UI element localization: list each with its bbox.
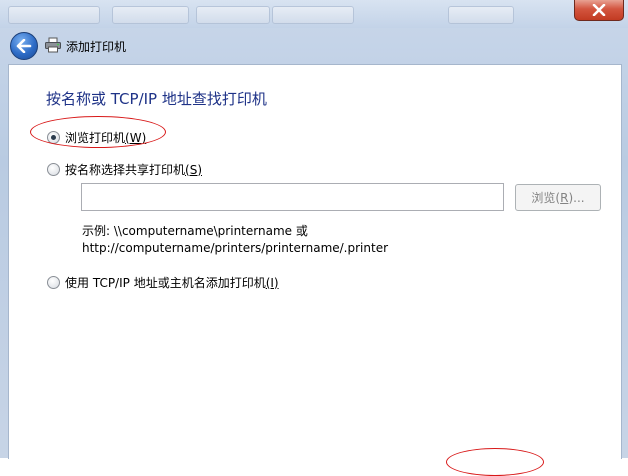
close-icon: [592, 4, 606, 16]
browse-button-prefix: 浏览(: [531, 191, 561, 205]
back-button[interactable]: [10, 32, 38, 60]
browse-button-suffix: )...: [568, 190, 585, 205]
radio-browse[interactable]: [47, 131, 60, 144]
background-tab: [272, 6, 354, 24]
background-tab: [196, 6, 270, 24]
option-browse-key: (W): [125, 130, 147, 145]
option-shared-label: 按名称选择共享打印机: [65, 163, 186, 177]
example-line-1: 示例: \\computername\printername 或: [82, 224, 308, 238]
option-browse-label: 浏览打印机: [65, 131, 126, 145]
background-tab: [448, 6, 514, 24]
back-arrow-icon: [16, 39, 32, 53]
window-frame: 添加打印机 按名称或 TCP/IP 地址查找打印机 浏览打印机 (W) 按名称选择…: [0, 0, 628, 476]
browse-button[interactable]: 浏览(R)...: [515, 184, 601, 211]
option-browse-printer[interactable]: 浏览打印机 (W): [47, 129, 146, 146]
close-button[interactable]: [574, 0, 624, 21]
shared-printer-name-input[interactable]: [81, 183, 504, 211]
radio-shared[interactable]: [47, 163, 60, 176]
radio-tcpip[interactable]: [47, 276, 60, 289]
navigation-bar: 添加打印机: [8, 30, 620, 62]
browse-button-key: R: [560, 190, 569, 205]
wizard-content: 按名称或 TCP/IP 地址查找打印机 浏览打印机 (W) 按名称选择共享打印机(…: [8, 64, 622, 459]
title-bar[interactable]: [0, 0, 628, 28]
background-tab: [112, 6, 189, 24]
option-shared-key: (S): [185, 162, 202, 177]
option-shared-printer[interactable]: 按名称选择共享打印机 (S): [47, 161, 202, 178]
option-tcpip-printer[interactable]: 使用 TCP/IP 地址或主机名添加打印机 (I): [47, 274, 279, 291]
example-line-2: http://computername/printers/printername…: [82, 241, 389, 255]
printer-icon: [45, 37, 61, 53]
option-tcpip-key: (I): [265, 275, 279, 290]
background-tab: [8, 6, 100, 24]
page-heading: 按名称或 TCP/IP 地址查找打印机: [46, 90, 267, 108]
option-tcpip-label: 使用 TCP/IP 地址或主机名添加打印机: [65, 276, 266, 290]
example-text: 示例: \\computername\printername 或 http://…: [82, 223, 388, 257]
window-title: 添加打印机: [66, 40, 127, 54]
